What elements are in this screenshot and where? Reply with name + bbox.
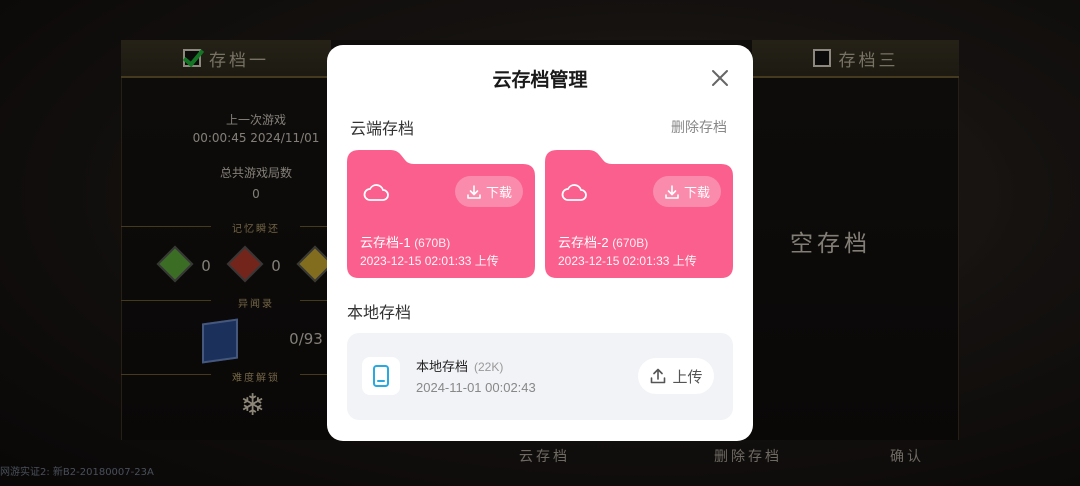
local-save-card: 本地存档 (22K) 2024-11-01 00:02:43 上传 — [347, 333, 733, 420]
cloud-section-label: 云端存档 — [350, 121, 415, 138]
cloud-save-title: 云存档-1 — [360, 235, 411, 250]
upload-icon — [651, 368, 666, 384]
cloud-save-date: 2023-12-15 02:01:33 上传 — [360, 254, 499, 268]
upload-label: 上传 — [672, 368, 703, 386]
upload-button[interactable]: 上传 — [638, 358, 714, 394]
cloud-save-name: 云存档-1 (670B) — [360, 232, 450, 251]
download-label: 下载 — [485, 185, 512, 200]
local-save-title: 本地存档 — [416, 359, 469, 374]
close-icon[interactable] — [708, 66, 732, 90]
download-icon — [467, 184, 481, 199]
local-save-size: (22K) — [474, 360, 504, 374]
download-icon — [665, 184, 679, 199]
modal-title: 云存档管理 — [492, 70, 588, 91]
delete-cloud-save-link[interactable]: 删除存档 — [671, 117, 727, 137]
local-save-name: 本地存档 (22K) — [416, 356, 503, 375]
cloud-icon — [561, 184, 587, 201]
local-section-label: 本地存档 — [347, 305, 412, 322]
cloud-save-card-2[interactable]: 下载 云存档-2 (670B) 2023-12-15 02:01:33 上传 — [545, 150, 733, 278]
local-save-date: 2024-11-01 00:02:43 — [416, 380, 536, 395]
cloud-save-modal: 云存档管理 云端存档 删除存档 下载 云存档-1 (670B) 2023-12-… — [327, 45, 753, 441]
tablet-icon — [362, 357, 400, 395]
cloud-save-name: 云存档-2 (670B) — [558, 232, 648, 251]
cloud-save-size: (670B) — [612, 236, 649, 250]
cloud-save-title: 云存档-2 — [558, 235, 609, 250]
download-button-1[interactable]: 下载 — [455, 176, 523, 207]
cloud-icon — [363, 184, 389, 201]
cloud-save-card-1[interactable]: 下载 云存档-1 (670B) 2023-12-15 02:01:33 上传 — [347, 150, 535, 278]
download-label: 下载 — [683, 185, 710, 200]
download-button-2[interactable]: 下载 — [653, 176, 721, 207]
cloud-save-size: (670B) — [414, 236, 451, 250]
cloud-save-date: 2023-12-15 02:01:33 上传 — [558, 254, 697, 268]
